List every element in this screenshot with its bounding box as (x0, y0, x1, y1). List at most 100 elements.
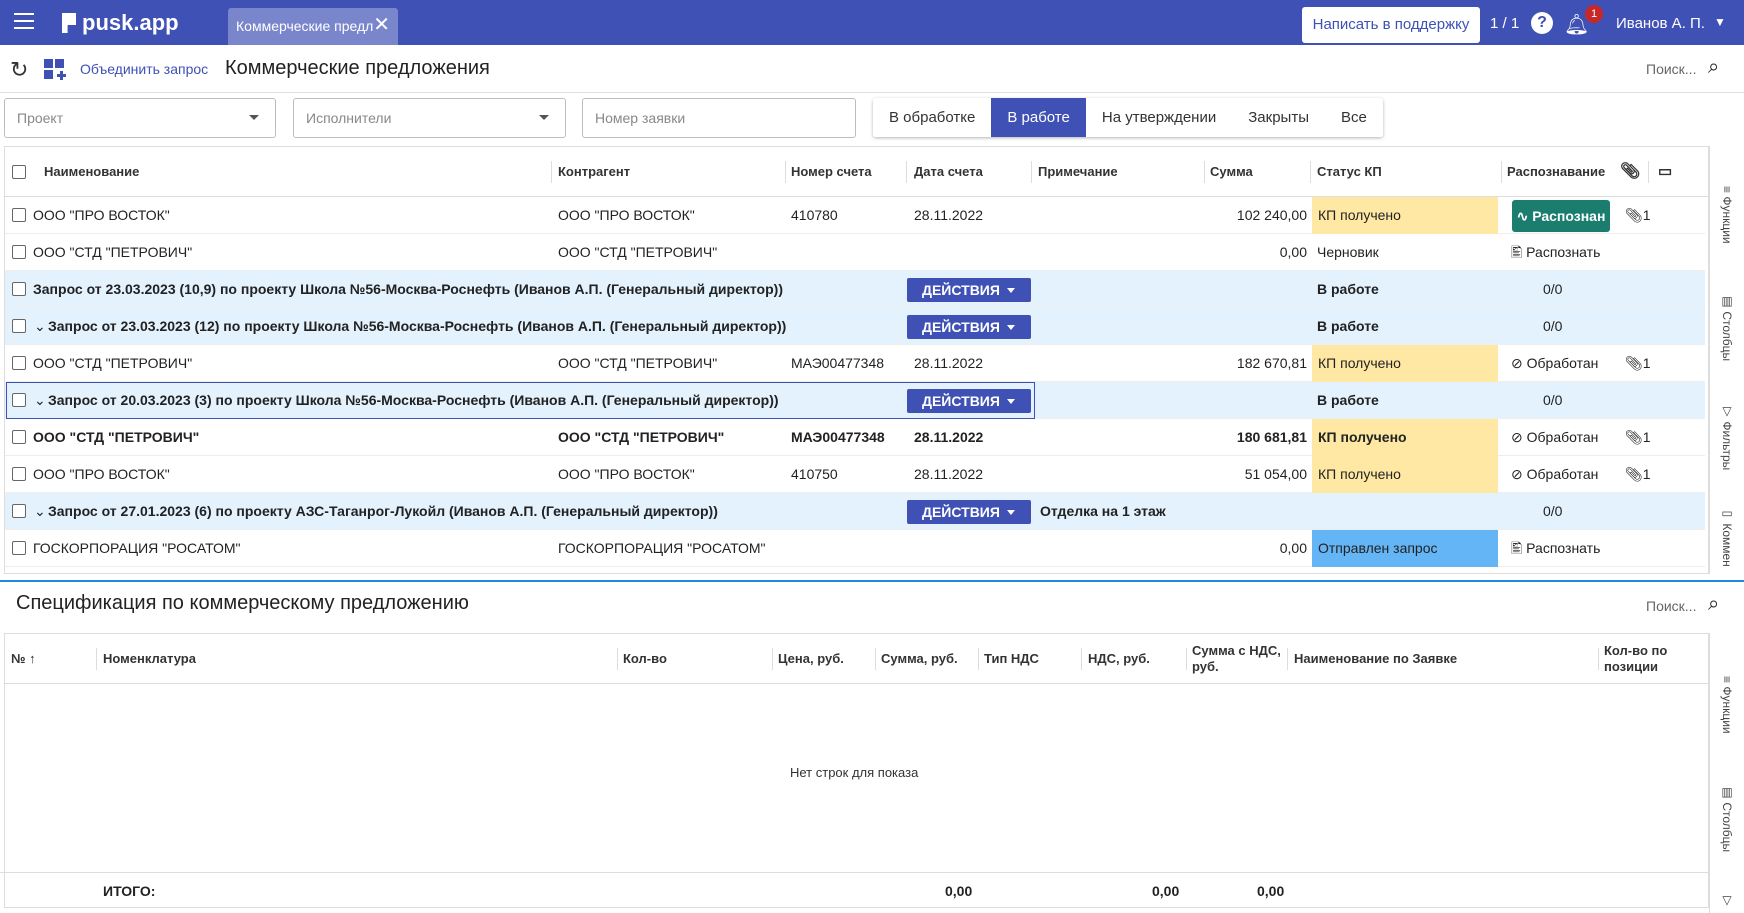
actions-button[interactable]: ДЕЙСТВИЯ (907, 278, 1031, 302)
table-row[interactable]: ГОСКОРПОРАЦИЯ "РОСАТОМ" ГОСКОРПОРАЦИЯ "Р… (5, 530, 1705, 567)
cell-sum: 180 681,81 (1236, 429, 1307, 445)
row-checkbox[interactable] (12, 245, 26, 259)
table-row[interactable]: ООО "ПРО ВОСТОК" ООО "ПРО ВОСТОК" 410780… (5, 197, 1705, 234)
columns-icon: ▥ (1720, 294, 1734, 312)
col-contractor[interactable]: Контрагент (558, 147, 630, 197)
attachment-count[interactable]: 📎︎1 (1625, 456, 1651, 493)
row-checkbox[interactable] (12, 467, 26, 481)
select-all-checkbox[interactable] (12, 165, 26, 179)
comment-icon[interactable]: ▭ (1658, 147, 1672, 197)
filter-icon[interactable]: ▽ (1720, 893, 1734, 907)
side-tab-columns[interactable]: ▥ Столбцы (1720, 785, 1734, 852)
row-checkbox[interactable] (12, 504, 26, 518)
col-sum-with-vat[interactable]: Сумма с НДС, руб. (1192, 643, 1287, 675)
attachment-count[interactable]: 📎︎1 (1625, 419, 1651, 456)
chevron-down-icon[interactable]: ⌄ (34, 382, 46, 419)
status-badge: КП получено (1312, 419, 1498, 456)
close-icon[interactable]: ✕ (373, 15, 390, 35)
table-row[interactable]: ООО "СТД "ПЕТРОВИЧ" ООО "СТД "ПЕТРОВИЧ" … (5, 234, 1705, 271)
col-nomenclature[interactable]: Номенклатура (103, 651, 196, 667)
recognize-button[interactable]: 🖺︎ Распознать (1511, 234, 1600, 271)
table-row[interactable]: ООО "ПРО ВОСТОК" ООО "ПРО ВОСТОК" 410750… (5, 456, 1705, 493)
col-recognition[interactable]: Распознавание (1507, 147, 1605, 197)
col-name[interactable]: Наименование (44, 147, 139, 197)
search-input[interactable]: Поиск... (1646, 61, 1696, 77)
tab-closed[interactable]: Закрыты (1232, 98, 1325, 137)
col-position-quantity[interactable]: Кол-во по позиции (1604, 643, 1694, 675)
table-row[interactable]: ООО "СТД "ПЕТРОВИЧ" ООО "СТД "ПЕТРОВИЧ" … (5, 419, 1705, 456)
merge-request-button[interactable]: Объединить запрос (80, 61, 208, 77)
merge-icon[interactable] (44, 59, 66, 81)
actions-button[interactable]: ДЕЙСТВИЯ (907, 389, 1031, 413)
col-number[interactable]: № ↑ (11, 651, 36, 667)
support-button[interactable]: Написать в поддержку (1302, 7, 1480, 43)
attachment-count[interactable]: 📎︎1 (1625, 345, 1651, 382)
menu-icon[interactable] (14, 13, 34, 31)
col-vat[interactable]: НДС, руб. (1088, 651, 1150, 667)
page-title: Коммерческие предложения (225, 57, 490, 79)
col-note[interactable]: Примечание (1038, 147, 1118, 197)
cell-date: 28.11.2022 (914, 466, 984, 482)
group-row[interactable]: ⌄ Запрос от 27.01.2023 (6) по проекту АЗ… (5, 493, 1705, 530)
side-tab-columns[interactable]: ▥ Столбцы (1720, 294, 1734, 361)
row-checkbox[interactable] (12, 541, 26, 555)
tab-commercial-offers[interactable]: Коммерческие предл ✕ (228, 8, 398, 45)
chevron-down-icon[interactable]: ⌄ (34, 493, 46, 530)
status-badge: Черновик (1317, 244, 1379, 260)
col-sum[interactable]: Сумма (1210, 147, 1253, 197)
col-request-name[interactable]: Наименование по Заявке (1294, 651, 1457, 667)
total-vat: 0,00 (1152, 883, 1180, 899)
recognized-button[interactable]: ∿ Распознан (1512, 200, 1610, 232)
split-divider[interactable] (0, 580, 1744, 582)
table-row[interactable]: ООО "СТД "ПЕТРОВИЧ" ООО "СТД "ПЕТРОВИЧ" … (5, 345, 1705, 382)
side-tab-comments[interactable]: ▭ Коммен (1720, 506, 1734, 567)
cell-contractor: ГОСКОРПОРАЦИЯ "РОСАТОМ" (558, 540, 766, 556)
tab-in-work[interactable]: В работе (991, 98, 1086, 137)
col-invoice-number[interactable]: Номер счета (791, 147, 872, 197)
paperclip-icon: 📎︎ (1625, 429, 1643, 445)
row-checkbox[interactable] (12, 319, 26, 333)
tab-in-processing[interactable]: В обработке (873, 98, 992, 137)
request-number-input[interactable]: Номер заявки (582, 98, 856, 138)
cell-sum: 0,00 (1279, 244, 1307, 260)
side-tab-functions[interactable]: ≡ Функции (1720, 676, 1734, 734)
actions-button[interactable]: ДЕЙСТВИЯ (907, 500, 1031, 524)
logo[interactable]: pusk.app (62, 10, 179, 36)
user-menu[interactable]: Иванов А. П. (1616, 15, 1705, 32)
cell-sum: 102 240,00 (1236, 207, 1307, 223)
refresh-icon[interactable]: ↻ (10, 57, 28, 83)
attachment-count[interactable]: 📎︎1 (1625, 197, 1651, 234)
col-kp-status[interactable]: Статус КП (1317, 147, 1382, 197)
col-quantity[interactable]: Кол-во (623, 651, 667, 667)
side-tab-functions[interactable]: ≡ Функции (1720, 186, 1734, 244)
row-checkbox[interactable] (12, 356, 26, 370)
col-price[interactable]: Цена, руб. (778, 651, 844, 667)
status-badge: Отправлен запрос (1312, 530, 1498, 567)
row-checkbox[interactable] (12, 282, 26, 296)
tab-all[interactable]: Все (1324, 98, 1383, 137)
side-tab-filters[interactable]: ▽ Фильтры (1720, 404, 1734, 470)
chevron-down-icon[interactable]: ⌄ (34, 308, 46, 345)
cell-name: ООО "ПРО ВОСТОК" (33, 466, 170, 482)
tab-on-approval[interactable]: На утверждении (1085, 98, 1233, 137)
spec-search-input[interactable]: Поиск... (1646, 598, 1696, 614)
search-icon[interactable]: ⌕ (1708, 56, 1719, 79)
group-row[interactable]: ⌄ Запрос от 23.03.2023 (12) по проекту Ш… (5, 308, 1705, 345)
col-vat-type[interactable]: Тип НДС (984, 651, 1039, 667)
project-select[interactable]: Проект (4, 98, 276, 138)
help-icon[interactable]: ? (1531, 12, 1553, 34)
cell-name: ООО "СТД "ПЕТРОВИЧ" (33, 244, 193, 260)
col-sum[interactable]: Сумма, руб. (881, 651, 958, 667)
search-icon[interactable]: ⌕ (1708, 593, 1719, 616)
row-checkbox[interactable] (12, 430, 26, 444)
executors-select[interactable]: Исполнители (293, 98, 566, 138)
group-row[interactable]: ⌄ Запрос от 20.03.2023 (3) по проекту Шк… (5, 382, 1705, 419)
row-checkbox[interactable] (12, 208, 26, 222)
chevron-down-icon[interactable]: ▼ (1714, 15, 1726, 29)
paperclip-icon[interactable]: 📎︎ (1620, 147, 1640, 197)
col-invoice-date[interactable]: Дата счета (914, 147, 983, 197)
recognize-button[interactable]: 🖺︎ Распознать (1511, 530, 1600, 567)
actions-button[interactable]: ДЕЙСТВИЯ (907, 315, 1031, 339)
group-row[interactable]: Запрос от 23.03.2023 (10,9) по проекту Ш… (5, 271, 1705, 308)
row-checkbox[interactable] (12, 393, 26, 407)
